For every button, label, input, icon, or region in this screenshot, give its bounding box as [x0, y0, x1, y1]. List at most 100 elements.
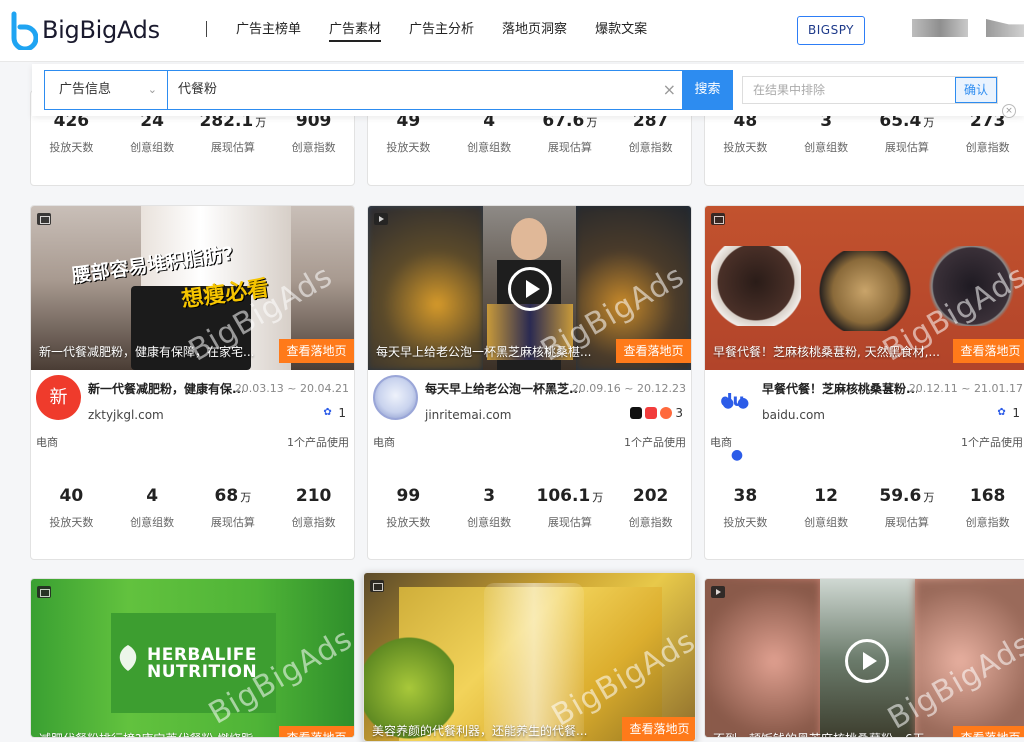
stat-label: 创意指数 [965, 516, 1010, 529]
image-type-icon [711, 213, 725, 225]
play-icon[interactable] [845, 639, 889, 683]
avatar-text: 新 [49, 387, 68, 408]
play-icon[interactable] [508, 267, 552, 311]
view-landing-button[interactable]: 查看落地页 [279, 339, 354, 363]
unit-label: 万 [240, 491, 252, 504]
chevron-down-icon: ⌄ [147, 83, 157, 96]
ad-card[interactable]: BigBigAds 不到一顿饭钱的黑芝麻核桃桑葚粉，6天... 查看落地页 [704, 578, 1024, 738]
stat-label: 创意组数 [467, 516, 512, 529]
stat-label: 展现估算 [547, 516, 592, 529]
nav-ad-creatives[interactable]: 广告素材 [329, 0, 382, 62]
ad-title[interactable]: 每天早上给老公泡一杯黑芝... [425, 380, 580, 397]
ad-title[interactable]: 新一代餐减肥粉，健康有保... [88, 380, 243, 397]
search-input[interactable]: 代餐粉 × [167, 70, 683, 110]
walnut-bowl-image [815, 251, 915, 331]
view-landing-button[interactable]: 查看落地页 [622, 717, 695, 741]
advertiser-avatar[interactable]: ● ● ● du [710, 375, 755, 463]
stat-label: 投放天数 [49, 516, 94, 529]
baidu-paw-icon: ● ● ● [721, 395, 753, 463]
card-stats: 38 投放天数 12 创意组数 59.6 万展现估算 168 创意指数 [705, 486, 1024, 530]
advertiser-avatar[interactable] [373, 375, 418, 420]
view-landing-button[interactable]: 查看落地页 [953, 339, 1024, 363]
bowl-image [711, 246, 801, 326]
ad-domain[interactable]: baidu.com [762, 408, 825, 422]
clear-icon[interactable]: × [663, 71, 676, 109]
stat-days: 38 [733, 486, 758, 506]
unit-label: 万 [923, 116, 935, 129]
search-type-value: 广告信息 [59, 82, 112, 97]
ad-product-usage: 1个产品使用 [961, 436, 1023, 449]
ad-card[interactable]: HERBALIFE NUTRITION BigBigAds 减肥代餐粉排行榜?康… [30, 578, 355, 738]
stat-label: 创意组数 [804, 516, 849, 529]
logo[interactable]: BigBigAds [8, 10, 160, 50]
ad-domain[interactable]: zktyjkgl.com [88, 408, 164, 422]
main-nav: 广告主榜单 广告素材 广告主分析 落地页洞察 爆款文案 [236, 0, 675, 62]
ad-platforms: 3 [630, 406, 683, 420]
ad-thumbnail[interactable]: BigBigAds 早餐代餐！芝麻核桃桑葚粉, 天然黑食材,... 查看落地页 [705, 206, 1024, 370]
ad-thumbnail[interactable]: 腰部容易堆积脂肪? 想瘦必看 BigBigAds 新一代餐减肥粉，健康有保障，在… [31, 206, 354, 370]
ad-thumbnail[interactable]: HERBALIFE NUTRITION BigBigAds 减肥代餐粉排行榜?康… [31, 579, 354, 737]
ad-title[interactable]: 早餐代餐！芝麻核桃桑葚粉... [762, 380, 917, 397]
ad-card[interactable]: 腰部容易堆积脂肪? 想瘦必看 BigBigAds 新一代餐减肥粉，健康有保障，在… [30, 205, 355, 560]
nav-viral-copy[interactable]: 爆款文案 [595, 0, 647, 62]
stat-label: 投放天数 [386, 141, 431, 154]
tiktok-icon [630, 407, 643, 419]
card-stats: 99 投放天数 3 创意组数 106.1 万展现估算 202 创意指数 [368, 486, 691, 530]
ad-dates: 20.03.13 ~ 20.04.21 [234, 382, 349, 395]
ad-card[interactable]: BigBigAds 美容养颜的代餐利器，还能养生的代餐... 查看落地页 [363, 572, 696, 742]
stat-impressions-value: 106.1 [536, 486, 591, 506]
search-type-select[interactable]: 广告信息 ⌄ [44, 70, 167, 110]
baidu-icon: ✿ [997, 407, 1010, 419]
ad-card[interactable]: BigBigAds 每天早上给老公泡一杯黑芝麻核桃桑椹... 查看落地页 每天早… [367, 205, 692, 560]
xigua-icon [660, 407, 673, 419]
stat-label: 展现估算 [884, 141, 929, 154]
platform-count: 3 [675, 406, 683, 420]
ad-caption: 每天早上给老公泡一杯黑芝麻核桃桑椹... [376, 345, 592, 359]
ad-caption: 不到一顿饭钱的黑芝麻核桃桑葚粉，6天... [713, 730, 945, 737]
unit-label: 万 [255, 116, 267, 129]
ad-category: 电商 [373, 436, 395, 449]
stat-label: 展现估算 [547, 141, 592, 154]
bigspy-button[interactable]: BIGSPY [797, 16, 865, 45]
ad-card[interactable]: BigBigAds 早餐代餐！芝麻核桃桑葚粉, 天然黑食材,... 查看落地页 … [704, 205, 1024, 560]
unit-label: 万 [586, 116, 598, 129]
stat-index: 168 [969, 486, 1006, 506]
ad-caption: 减肥代餐粉排行榜?康宝莱代餐粉 燃烧脂... [39, 730, 271, 737]
stat-label: 创意指数 [291, 141, 336, 154]
ad-thumbnail[interactable]: BigBigAds 不到一顿饭钱的黑芝麻核桃桑葚粉，6天... 查看落地页 [705, 579, 1024, 737]
close-icon[interactable]: × [1002, 104, 1016, 118]
stat-label: 创意指数 [628, 141, 673, 154]
platform-count: 1 [338, 406, 346, 420]
nav-landing-insights[interactable]: 落地页洞察 [502, 0, 567, 62]
ad-domain[interactable]: jinritemai.com [425, 408, 511, 422]
ad-product-usage: 1个产品使用 [287, 436, 349, 449]
ad-thumbnail[interactable]: BigBigAds 美容养颜的代餐利器，还能养生的代餐... 查看落地页 [364, 573, 695, 741]
stat-impressions-value: 68 [214, 486, 239, 506]
view-landing-button[interactable]: 查看落地页 [616, 339, 691, 363]
ad-dates: 20.09.16 ~ 20.12.23 [571, 382, 686, 395]
stat-label: 展现估算 [884, 516, 929, 529]
search-button[interactable]: 搜索 [682, 70, 733, 110]
unit-label: 万 [923, 491, 935, 504]
nav-advertiser-ranking[interactable]: 广告主榜单 [236, 0, 301, 62]
stat-label: 投放天数 [723, 516, 768, 529]
stat-label: 展现估算 [210, 141, 255, 154]
ad-platforms: ✿ 1 [997, 406, 1020, 420]
stat-label: 投放天数 [723, 141, 768, 154]
user-avatar-blurred[interactable] [986, 19, 1024, 37]
stat-label: 创意组数 [130, 141, 175, 154]
stat-impressions: 68 万 [193, 486, 274, 506]
nav-advertiser-analysis[interactable]: 广告主分析 [409, 0, 474, 62]
confirm-button[interactable]: 确认 [955, 77, 997, 103]
ad-dates: 20.12.11 ~ 21.01.17 [908, 382, 1023, 395]
ad-thumbnail[interactable]: BigBigAds 每天早上给老公泡一杯黑芝麻核桃桑椹... 查看落地页 [368, 206, 691, 370]
ad-category-row: 电商 1个产品使用 [705, 434, 1024, 454]
person-face [511, 218, 547, 260]
advertiser-avatar[interactable]: 新 [36, 375, 81, 420]
ad-meta: ● ● ● du 早餐代餐！芝麻核桃桑葚粉... 20.12.11 ~ 21.0… [705, 372, 1024, 463]
user-info-blurred[interactable] [912, 19, 968, 37]
logo-text: BigBigAds [42, 16, 160, 44]
stat-index: 210 [295, 486, 332, 506]
video-type-icon [374, 213, 388, 225]
video-type-icon [711, 586, 725, 598]
